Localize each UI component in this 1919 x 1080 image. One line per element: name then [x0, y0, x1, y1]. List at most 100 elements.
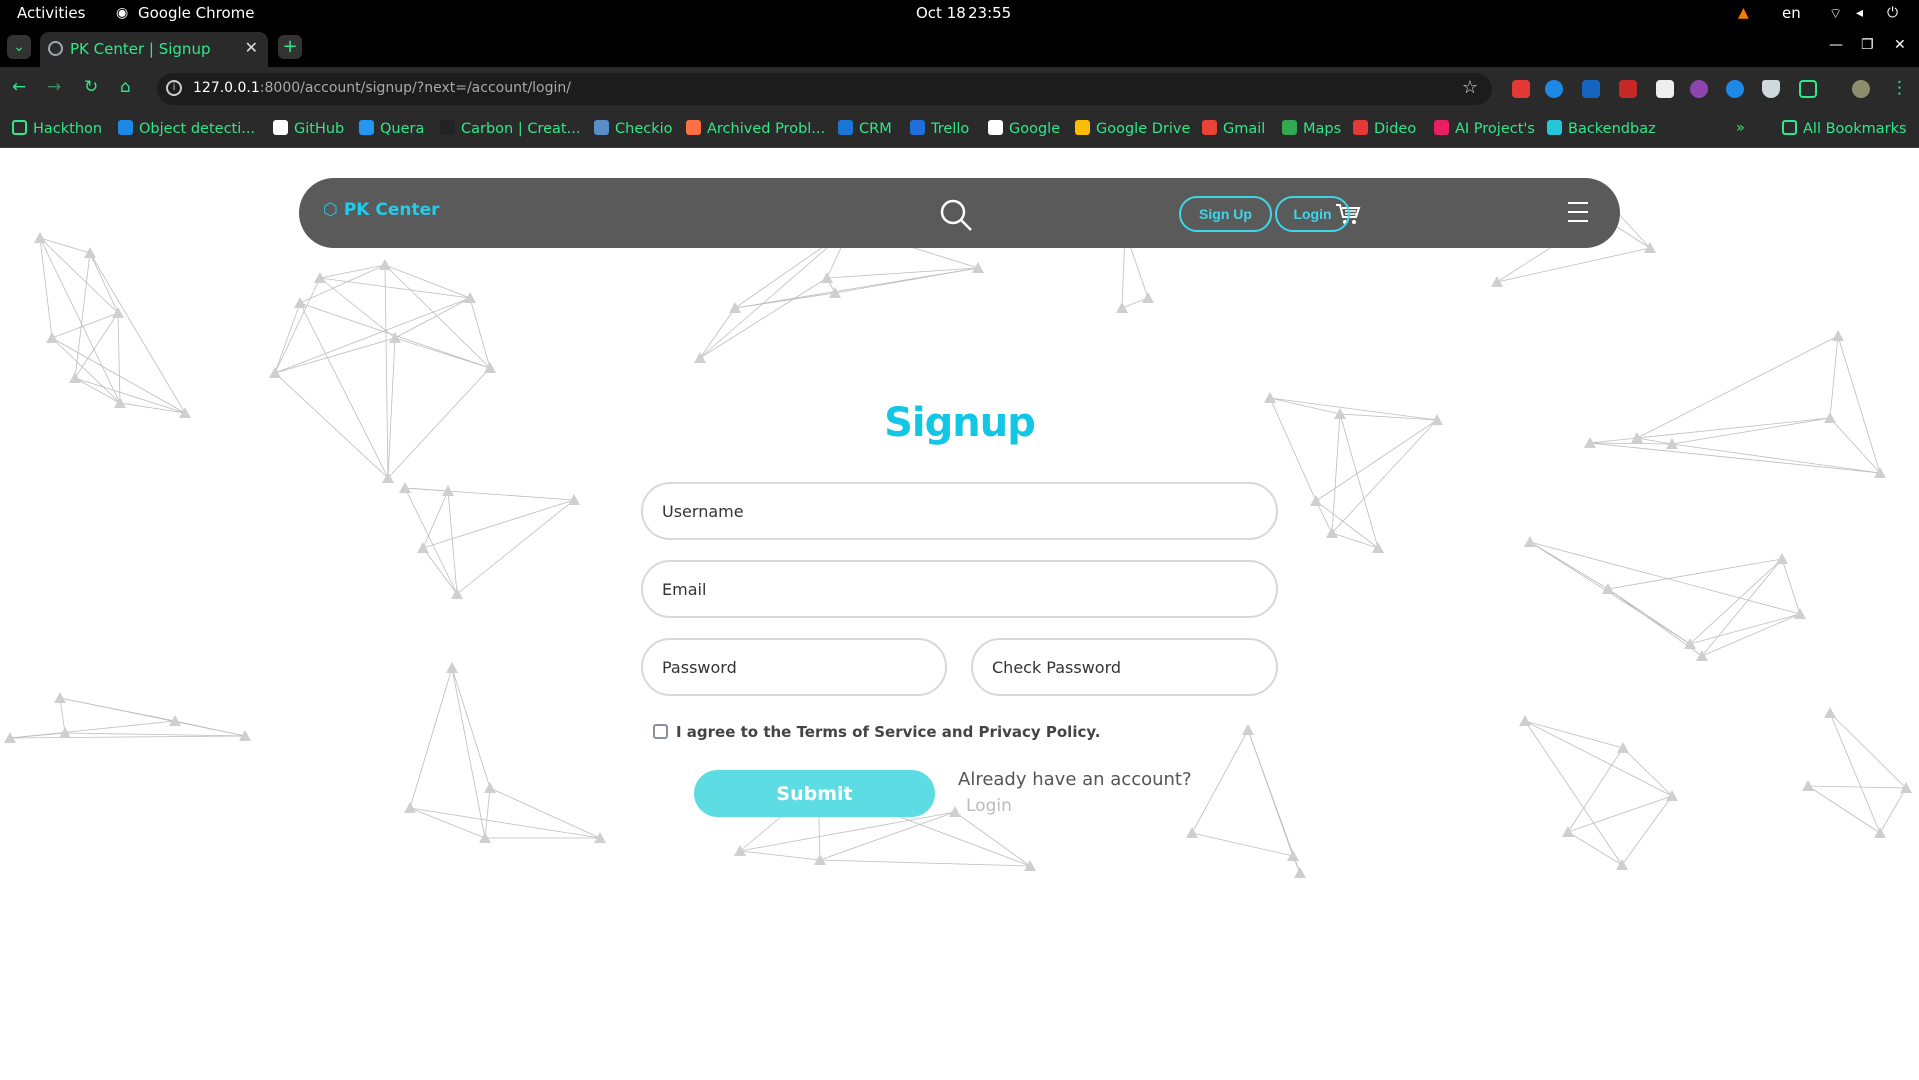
- bookmark-item[interactable]: Dideo: [1353, 120, 1416, 137]
- site-info-icon[interactable]: i: [166, 80, 182, 96]
- check-password-input[interactable]: [971, 638, 1278, 696]
- network-node: [46, 332, 58, 343]
- new-tab-button[interactable]: +: [278, 35, 302, 59]
- username-input[interactable]: [641, 482, 1278, 540]
- hamburger-menu-icon[interactable]: [1568, 202, 1588, 229]
- language-indicator[interactable]: en: [1782, 4, 1801, 22]
- password-input[interactable]: [641, 638, 947, 696]
- network-node: [1186, 827, 1198, 838]
- network-node: [54, 692, 66, 703]
- bookmark-label: CRM: [859, 121, 892, 137]
- more-bookmarks-icon[interactable]: »: [1736, 120, 1745, 136]
- brand-logo[interactable]: ⬡ PK Center: [323, 200, 440, 220]
- wifi-icon[interactable]: ⌔: [1829, 5, 1842, 23]
- back-icon[interactable]: ←: [12, 77, 26, 97]
- bookmark-item[interactable]: Trello: [910, 120, 969, 137]
- bookmark-item[interactable]: Hackthon: [12, 120, 102, 137]
- bookmark-item[interactable]: Maps: [1282, 120, 1341, 137]
- network-line: [451, 667, 486, 839]
- network-line: [954, 811, 1031, 867]
- network-node: [1242, 724, 1254, 735]
- home-icon[interactable]: ⌂: [120, 77, 131, 97]
- bookmark-favicon-icon: [686, 120, 701, 135]
- calendar-extension-icon[interactable]: [1619, 80, 1637, 98]
- minimize-icon[interactable]: —: [1829, 37, 1843, 53]
- bookmarks-bar: Hackthon Object detecti... GitHub Quera Carb…: [0, 111, 1919, 148]
- bookmark-item[interactable]: Backendbaz: [1547, 120, 1656, 137]
- network-node: [1617, 742, 1629, 753]
- signup-nav-button[interactable]: Sign Up: [1179, 196, 1272, 232]
- network-line: [1607, 588, 1691, 645]
- forward-icon[interactable]: →: [47, 77, 61, 97]
- login-link[interactable]: Login: [966, 796, 1012, 816]
- terms-label: I agree to the Terms of Service and Priv…: [676, 723, 1101, 741]
- extension-cloud-icon[interactable]: [1545, 80, 1563, 98]
- close-tab-icon[interactable]: ✕: [245, 38, 258, 57]
- restore-icon[interactable]: ❐: [1861, 37, 1874, 53]
- clock-date[interactable]: Oct 18: [916, 4, 966, 22]
- extension-red-icon[interactable]: [1512, 80, 1530, 98]
- profile-avatar[interactable]: [1852, 80, 1870, 98]
- network-line: [409, 667, 453, 809]
- extension-document-icon[interactable]: [1656, 80, 1674, 98]
- tab-search-button[interactable]: ⌄: [7, 35, 31, 59]
- browser-menu-icon[interactable]: ⋮: [1891, 78, 1908, 98]
- bookmark-favicon-icon: [440, 120, 455, 135]
- vlc-icon[interactable]: ▲: [1738, 5, 1749, 21]
- submit-button[interactable]: Submit: [694, 770, 935, 817]
- address-bar[interactable]: i 127.0.0.1:8000/account/signup/?next=/a…: [157, 73, 1492, 105]
- translate-extension-icon[interactable]: [1582, 80, 1600, 98]
- app-name[interactable]: Google Chrome: [138, 4, 255, 22]
- bookmark-item[interactable]: Carbon | Creat...: [440, 120, 580, 137]
- activities-button[interactable]: Activities: [17, 4, 85, 22]
- network-node: [1874, 827, 1886, 838]
- extension-blue-circle-icon[interactable]: [1726, 80, 1744, 98]
- all-bookmarks-label: All Bookmarks: [1803, 121, 1907, 137]
- network-node: [1524, 536, 1536, 547]
- network-line: [1567, 831, 1623, 866]
- network-line: [1191, 832, 1294, 857]
- shield-extension-icon[interactable]: [1762, 80, 1780, 98]
- bookmark-label: Checkio: [615, 121, 673, 137]
- bookmark-item[interactable]: AI Project's: [1434, 120, 1535, 137]
- active-tab[interactable]: PK Center | Signup ✕: [40, 32, 268, 67]
- extension-purple-icon[interactable]: [1690, 80, 1708, 98]
- network-node: [1794, 608, 1806, 619]
- network-line: [1879, 787, 1907, 834]
- clock-time[interactable]: 23:55: [968, 4, 1011, 22]
- bookmark-item[interactable]: Gmail: [1202, 120, 1265, 137]
- network-node: [446, 662, 458, 673]
- network-line: [422, 547, 458, 595]
- reload-icon[interactable]: ↻: [84, 77, 98, 97]
- terms-checkbox[interactable]: [653, 724, 668, 739]
- bookmark-item[interactable]: Quera: [359, 120, 424, 137]
- bookmark-item[interactable]: Object detecti...: [118, 120, 255, 137]
- email-input[interactable]: [641, 560, 1278, 618]
- extensions-puzzle-icon[interactable]: [1799, 80, 1817, 98]
- power-icon[interactable]: ⏻: [1887, 5, 1898, 21]
- network-line: [451, 667, 491, 789]
- url-text[interactable]: 127.0.0.1:8000/account/signup/?next=/acc…: [193, 80, 571, 96]
- tab-strip: ⌄ PK Center | Signup ✕ + — ❐ ✕: [0, 27, 1919, 67]
- bookmark-item[interactable]: CRM: [838, 120, 892, 137]
- bookmark-item[interactable]: Google: [988, 120, 1060, 137]
- network-node: [694, 352, 706, 363]
- bookmark-item[interactable]: Google Drive: [1075, 120, 1190, 137]
- bookmark-favicon-icon: [1434, 120, 1449, 135]
- network-line: [319, 264, 386, 279]
- network-line: [1607, 558, 1783, 590]
- network-line: [469, 297, 491, 369]
- all-bookmarks-button[interactable]: All Bookmarks: [1782, 120, 1907, 137]
- network-line: [299, 264, 386, 304]
- close-window-icon[interactable]: ✕: [1894, 37, 1906, 53]
- bookmark-item[interactable]: Archived Probl...: [686, 120, 825, 137]
- bookmark-item[interactable]: GitHub: [273, 120, 344, 137]
- network-line: [1191, 729, 1249, 834]
- bookmark-favicon-icon: [988, 120, 1003, 135]
- bookmark-star-icon[interactable]: ☆: [1462, 77, 1478, 98]
- network-node: [1824, 707, 1836, 718]
- search-icon[interactable]: [939, 198, 973, 232]
- volume-icon[interactable]: ◂: [1856, 5, 1863, 21]
- bookmark-item[interactable]: Checkio: [594, 120, 673, 137]
- login-nav-button[interactable]: Login: [1275, 196, 1350, 232]
